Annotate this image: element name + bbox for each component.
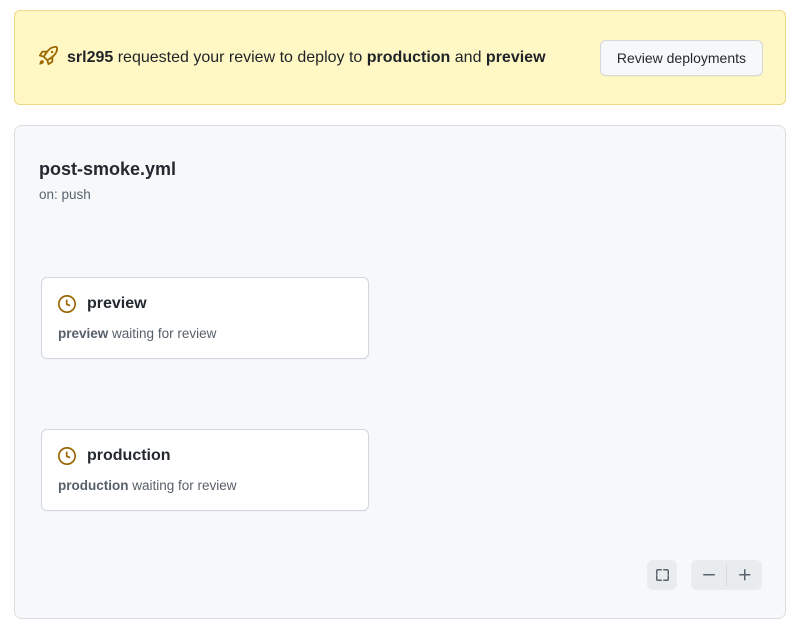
env-preview: preview xyxy=(486,49,546,66)
env-production: production xyxy=(367,49,451,66)
zoom-out-button[interactable] xyxy=(691,560,726,590)
banner-conjunction: and xyxy=(455,49,482,66)
minus-icon xyxy=(701,567,717,583)
job-card-production[interactable]: production production waiting for review xyxy=(41,429,369,511)
zoom-controls xyxy=(691,560,762,590)
job-header: preview xyxy=(58,293,352,315)
job-status: preview waiting for review xyxy=(58,324,352,344)
deploy-review-banner: srl295 requested your review to deploy t… xyxy=(14,10,786,105)
job-status-env: production xyxy=(58,478,129,493)
workflow-file-name: post-smoke.yml xyxy=(39,156,761,182)
job-header: production xyxy=(58,445,352,467)
job-status-env: preview xyxy=(58,326,108,341)
clock-icon xyxy=(58,295,76,313)
actor-name: srl295 xyxy=(67,49,113,66)
plus-icon xyxy=(737,567,753,583)
job-card-preview[interactable]: preview preview waiting for review xyxy=(41,277,369,359)
zoom-in-button[interactable] xyxy=(727,560,762,590)
review-deployments-button[interactable]: Review deployments xyxy=(600,40,763,76)
workflow-trigger: on: push xyxy=(39,185,761,205)
fit-to-screen-button[interactable] xyxy=(647,560,677,590)
job-name: production xyxy=(87,445,171,467)
banner-text: requested your review to deploy to xyxy=(118,49,363,66)
job-name: preview xyxy=(87,293,147,315)
job-status-text: waiting for review xyxy=(132,478,236,493)
job-status-text: waiting for review xyxy=(112,326,216,341)
screen-full-icon xyxy=(654,567,670,583)
job-status: production waiting for review xyxy=(58,476,352,496)
workflow-graph-panel: post-smoke.yml on: push preview preview … xyxy=(14,125,786,619)
banner-message: srl295 requested your review to deploy t… xyxy=(39,46,584,70)
clock-icon xyxy=(58,447,76,465)
graph-controls xyxy=(647,560,762,590)
rocket-icon xyxy=(39,46,58,65)
